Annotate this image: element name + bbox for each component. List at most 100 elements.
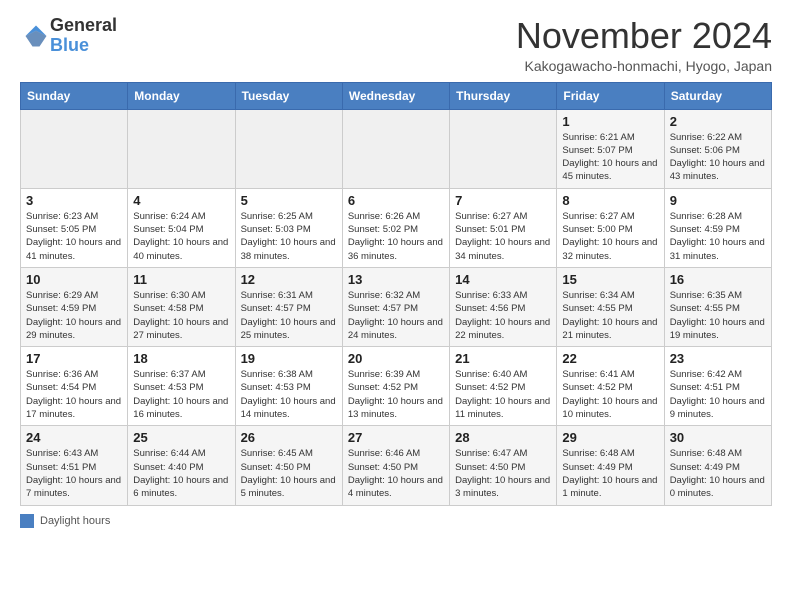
page: General Blue November 2024 Kakogawacho-h… xyxy=(0,0,792,538)
day-number: 6 xyxy=(348,193,444,208)
legend-box xyxy=(20,514,34,528)
day-info: Sunrise: 6:28 AM Sunset: 4:59 PM Dayligh… xyxy=(670,210,766,263)
day-number: 25 xyxy=(133,430,229,445)
col-header-sunday: Sunday xyxy=(21,82,128,109)
cell-w2-d6: 9 Sunrise: 6:28 AM Sunset: 4:59 PM Daylig… xyxy=(664,188,771,267)
header: General Blue November 2024 Kakogawacho-h… xyxy=(20,16,772,74)
day-number: 4 xyxy=(133,193,229,208)
cell-w3-d5: 15 Sunrise: 6:34 AM Sunset: 4:55 PM Dayli… xyxy=(557,267,664,346)
cell-w5-d3: 27 Sunrise: 6:46 AM Sunset: 4:50 PM Dayli… xyxy=(342,426,449,505)
cell-w1-d3 xyxy=(342,109,449,188)
day-info: Sunrise: 6:35 AM Sunset: 4:55 PM Dayligh… xyxy=(670,289,766,342)
day-info: Sunrise: 6:45 AM Sunset: 4:50 PM Dayligh… xyxy=(241,447,337,500)
cell-w2-d2: 5 Sunrise: 6:25 AM Sunset: 5:03 PM Daylig… xyxy=(235,188,342,267)
day-number: 21 xyxy=(455,351,551,366)
col-header-thursday: Thursday xyxy=(450,82,557,109)
cell-w2-d1: 4 Sunrise: 6:24 AM Sunset: 5:04 PM Daylig… xyxy=(128,188,235,267)
calendar-table: SundayMondayTuesdayWednesdayThursdayFrid… xyxy=(20,82,772,506)
cell-w4-d0: 17 Sunrise: 6:36 AM Sunset: 4:54 PM Dayli… xyxy=(21,347,128,426)
cell-w2-d3: 6 Sunrise: 6:26 AM Sunset: 5:02 PM Daylig… xyxy=(342,188,449,267)
day-number: 12 xyxy=(241,272,337,287)
cell-w3-d2: 12Sunrise: 6:31 AM Sunset: 4:57 PM Dayli… xyxy=(235,267,342,346)
day-number: 16 xyxy=(670,272,766,287)
cell-w4-d4: 21 Sunrise: 6:40 AM Sunset: 4:52 PM Dayli… xyxy=(450,347,557,426)
footer: Daylight hours xyxy=(20,514,772,528)
week-row-3: 10Sunrise: 6:29 AM Sunset: 4:59 PM Dayli… xyxy=(21,267,772,346)
cell-w1-d6: 2Sunrise: 6:22 AM Sunset: 5:06 PM Daylig… xyxy=(664,109,771,188)
day-number: 3 xyxy=(26,193,122,208)
day-number: 1 xyxy=(562,114,658,129)
day-number: 22 xyxy=(562,351,658,366)
col-header-wednesday: Wednesday xyxy=(342,82,449,109)
week-row-5: 24 Sunrise: 6:43 AM Sunset: 4:51 PM Dayli… xyxy=(21,426,772,505)
day-info: Sunrise: 6:39 AM Sunset: 4:52 PM Dayligh… xyxy=(348,368,444,421)
day-info: Sunrise: 6:38 AM Sunset: 4:53 PM Dayligh… xyxy=(241,368,337,421)
header-row: SundayMondayTuesdayWednesdayThursdayFrid… xyxy=(21,82,772,109)
day-number: 26 xyxy=(241,430,337,445)
day-info: Sunrise: 6:24 AM Sunset: 5:04 PM Dayligh… xyxy=(133,210,229,263)
cell-w2-d5: 8Sunrise: 6:27 AM Sunset: 5:00 PM Daylig… xyxy=(557,188,664,267)
day-info: Sunrise: 6:21 AM Sunset: 5:07 PM Dayligh… xyxy=(562,131,658,184)
day-number: 7 xyxy=(455,193,551,208)
cell-w4-d1: 18Sunrise: 6:37 AM Sunset: 4:53 PM Dayli… xyxy=(128,347,235,426)
day-info: Sunrise: 6:42 AM Sunset: 4:51 PM Dayligh… xyxy=(670,368,766,421)
day-info: Sunrise: 6:43 AM Sunset: 4:51 PM Dayligh… xyxy=(26,447,122,500)
cell-w5-d6: 30 Sunrise: 6:48 AM Sunset: 4:49 PM Dayli… xyxy=(664,426,771,505)
day-number: 5 xyxy=(241,193,337,208)
day-number: 14 xyxy=(455,272,551,287)
day-info: Sunrise: 6:47 AM Sunset: 4:50 PM Dayligh… xyxy=(455,447,551,500)
day-number: 17 xyxy=(26,351,122,366)
logo-general: General xyxy=(50,15,117,35)
day-info: Sunrise: 6:48 AM Sunset: 4:49 PM Dayligh… xyxy=(562,447,658,500)
cell-w3-d1: 11Sunrise: 6:30 AM Sunset: 4:58 PM Dayli… xyxy=(128,267,235,346)
cell-w3-d3: 13Sunrise: 6:32 AM Sunset: 4:57 PM Dayli… xyxy=(342,267,449,346)
day-info: Sunrise: 6:27 AM Sunset: 5:00 PM Dayligh… xyxy=(562,210,658,263)
day-number: 27 xyxy=(348,430,444,445)
day-info: Sunrise: 6:48 AM Sunset: 4:49 PM Dayligh… xyxy=(670,447,766,500)
cell-w1-d0 xyxy=(21,109,128,188)
cell-w2-d4: 7 Sunrise: 6:27 AM Sunset: 5:01 PM Daylig… xyxy=(450,188,557,267)
cell-w5-d2: 26 Sunrise: 6:45 AM Sunset: 4:50 PM Dayli… xyxy=(235,426,342,505)
day-info: Sunrise: 6:32 AM Sunset: 4:57 PM Dayligh… xyxy=(348,289,444,342)
day-info: Sunrise: 6:41 AM Sunset: 4:52 PM Dayligh… xyxy=(562,368,658,421)
cell-w5-d0: 24 Sunrise: 6:43 AM Sunset: 4:51 PM Dayli… xyxy=(21,426,128,505)
day-number: 9 xyxy=(670,193,766,208)
cell-w1-d5: 1 Sunrise: 6:21 AM Sunset: 5:07 PM Daylig… xyxy=(557,109,664,188)
cell-w2-d0: 3 Sunrise: 6:23 AM Sunset: 5:05 PM Daylig… xyxy=(21,188,128,267)
day-info: Sunrise: 6:34 AM Sunset: 4:55 PM Dayligh… xyxy=(562,289,658,342)
col-header-friday: Friday xyxy=(557,82,664,109)
day-number: 18 xyxy=(133,351,229,366)
cell-w4-d2: 19 Sunrise: 6:38 AM Sunset: 4:53 PM Dayli… xyxy=(235,347,342,426)
cell-w1-d2 xyxy=(235,109,342,188)
logo-icon xyxy=(22,22,50,50)
week-row-4: 17 Sunrise: 6:36 AM Sunset: 4:54 PM Dayli… xyxy=(21,347,772,426)
cell-w4-d3: 20Sunrise: 6:39 AM Sunset: 4:52 PM Dayli… xyxy=(342,347,449,426)
day-info: Sunrise: 6:30 AM Sunset: 4:58 PM Dayligh… xyxy=(133,289,229,342)
day-number: 24 xyxy=(26,430,122,445)
col-header-tuesday: Tuesday xyxy=(235,82,342,109)
day-info: Sunrise: 6:26 AM Sunset: 5:02 PM Dayligh… xyxy=(348,210,444,263)
month-title: November 2024 xyxy=(516,16,772,56)
week-row-2: 3 Sunrise: 6:23 AM Sunset: 5:05 PM Daylig… xyxy=(21,188,772,267)
day-info: Sunrise: 6:22 AM Sunset: 5:06 PM Dayligh… xyxy=(670,131,766,184)
day-number: 30 xyxy=(670,430,766,445)
day-info: Sunrise: 6:27 AM Sunset: 5:01 PM Dayligh… xyxy=(455,210,551,263)
day-number: 29 xyxy=(562,430,658,445)
day-info: Sunrise: 6:25 AM Sunset: 5:03 PM Dayligh… xyxy=(241,210,337,263)
cell-w3-d4: 14 Sunrise: 6:33 AM Sunset: 4:56 PM Dayli… xyxy=(450,267,557,346)
day-info: Sunrise: 6:40 AM Sunset: 4:52 PM Dayligh… xyxy=(455,368,551,421)
cell-w3-d6: 16 Sunrise: 6:35 AM Sunset: 4:55 PM Dayli… xyxy=(664,267,771,346)
cell-w1-d4 xyxy=(450,109,557,188)
day-number: 15 xyxy=(562,272,658,287)
day-info: Sunrise: 6:33 AM Sunset: 4:56 PM Dayligh… xyxy=(455,289,551,342)
cell-w5-d5: 29 Sunrise: 6:48 AM Sunset: 4:49 PM Dayli… xyxy=(557,426,664,505)
day-info: Sunrise: 6:46 AM Sunset: 4:50 PM Dayligh… xyxy=(348,447,444,500)
day-number: 19 xyxy=(241,351,337,366)
day-info: Sunrise: 6:23 AM Sunset: 5:05 PM Dayligh… xyxy=(26,210,122,263)
logo: General Blue xyxy=(20,16,117,56)
day-info: Sunrise: 6:36 AM Sunset: 4:54 PM Dayligh… xyxy=(26,368,122,421)
day-number: 23 xyxy=(670,351,766,366)
week-row-1: 1 Sunrise: 6:21 AM Sunset: 5:07 PM Daylig… xyxy=(21,109,772,188)
cell-w1-d1 xyxy=(128,109,235,188)
cell-w3-d0: 10Sunrise: 6:29 AM Sunset: 4:59 PM Dayli… xyxy=(21,267,128,346)
